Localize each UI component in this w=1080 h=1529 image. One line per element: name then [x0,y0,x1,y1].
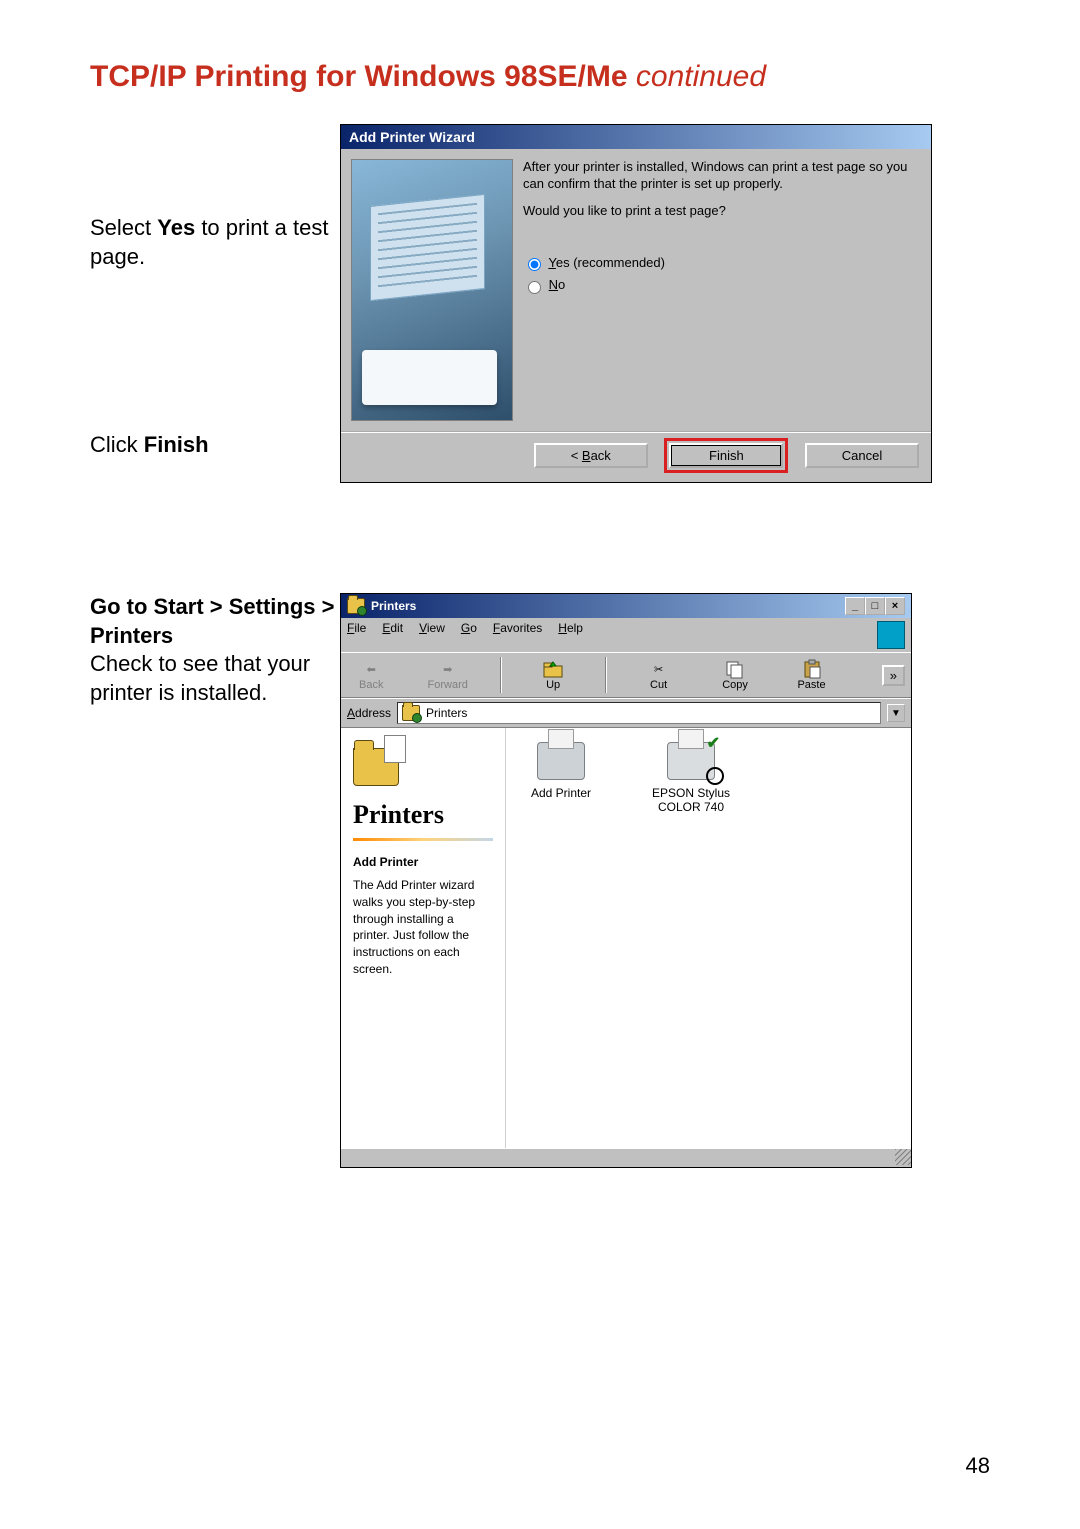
minimize-button[interactable]: _ [845,597,865,615]
radio-yes[interactable]: Yes (recommended) [523,255,921,272]
toolbar-back[interactable]: ⬅ Back [347,659,395,691]
folder-icon [402,705,420,721]
folder-icon [347,598,365,614]
address-field[interactable]: Printers [397,702,881,724]
arrow-left-icon: ⬅ [360,659,382,679]
menu-view[interactable]: View [419,621,445,649]
instruction-block-1: Select Yes to print a test page. Click F… [90,124,340,460]
menu-go[interactable]: Go [461,621,477,649]
resize-grip-icon[interactable] [895,1149,911,1165]
radio-no-input[interactable] [528,281,541,294]
menubar: File Edit View Go Favorites Help [341,618,911,652]
window-title: Printers [371,599,416,613]
wizard-illustration [351,159,513,421]
radio-yes-input[interactable] [528,258,541,271]
menu-file[interactable]: File [347,621,366,649]
arrow-right-icon: ➡ [437,659,459,679]
toolbar-paste[interactable]: Paste [787,659,835,691]
toolbar-forward[interactable]: ➡ Forward [423,659,471,691]
address-label: Address [347,706,391,720]
wizard-body-text-2: Would you like to print a test page? [523,203,921,220]
scissors-icon: ✂ [648,659,670,679]
printer-icon [537,742,585,780]
explorer-left-pane: Printers Add Printer The Add Printer wiz… [341,728,506,1148]
network-icon [706,767,724,785]
instruction-block-2: Go to Start > Settings > Printers Check … [90,593,340,707]
left-subheading: Add Printer [353,855,493,869]
address-dropdown-icon[interactable]: ▼ [887,704,905,722]
toolbar-more[interactable]: » [882,665,905,686]
statusbar [341,1148,911,1167]
page-number: 48 [966,1453,990,1479]
toolbar-copy[interactable]: Copy [711,659,759,691]
wizard-body-text-1: After your printer is installed, Windows… [523,159,921,193]
big-folder-icon [353,748,399,786]
toolbar: ⬅ Back ➡ Forward Up ✂ Cut [341,652,911,698]
paste-icon [801,659,823,679]
checkmark-icon: ✔ [707,733,720,753]
page-heading: TCP/IP Printing for Windows 98SE/Me cont… [90,60,1010,94]
divider [353,838,493,841]
left-description: The Add Printer wizard walks you step-by… [353,877,493,978]
menu-favorites[interactable]: Favorites [493,621,542,649]
maximize-button[interactable]: □ [865,597,885,615]
app-icon [877,621,905,649]
add-printer-wizard-window: Add Printer Wizard After your printer is… [340,124,932,483]
printers-folder-window: Printers _ □ × File Edit View Go Favorit… [340,593,912,1168]
close-button[interactable]: × [885,597,905,615]
installed-printer-item[interactable]: ✔ EPSON StylusCOLOR 740 [646,742,736,814]
wizard-titlebar: Add Printer Wizard [341,125,931,149]
cancel-button[interactable]: Cancel [805,443,919,468]
copy-icon [724,659,746,679]
folder-up-icon [542,659,564,679]
explorer-content: Add Printer ✔ EPSON StylusCOLOR 740 [506,728,911,1148]
menu-help[interactable]: Help [558,621,583,649]
left-heading: Printers [353,800,493,830]
add-printer-item[interactable]: Add Printer [516,742,606,800]
toolbar-up[interactable]: Up [529,659,577,691]
printer-icon: ✔ [667,742,715,780]
radio-no[interactable]: No [523,277,921,294]
toolbar-cut[interactable]: ✂ Cut [634,659,682,691]
menu-edit[interactable]: Edit [382,621,403,649]
back-button[interactable]: < Back [534,443,648,468]
finish-button[interactable]: Finish [669,443,783,468]
